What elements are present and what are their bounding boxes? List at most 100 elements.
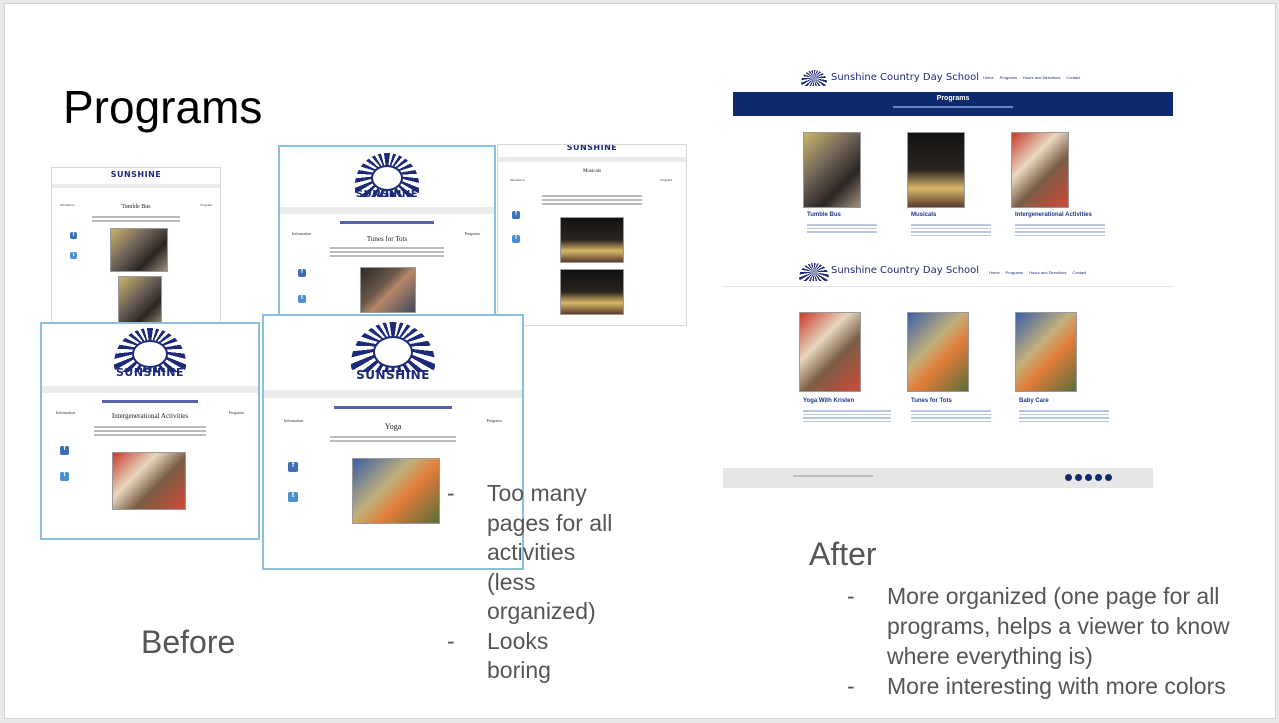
sunshine-logo: SUNSHINE — [115, 366, 184, 379]
nav-hours[interactable]: Hours and Directions — [1023, 75, 1060, 80]
google-icon[interactable] — [1085, 474, 1092, 481]
after-point: More organized (one page for all program… — [847, 581, 1257, 671]
slide: Programs SUNSHINE Tumble Bus Information… — [4, 3, 1276, 719]
sunshine-logo: SUNSHINE — [356, 368, 430, 382]
card-photo-baby-care — [1015, 312, 1077, 392]
before-label: Before — [141, 624, 236, 660]
card-text — [911, 222, 991, 238]
card-text — [1015, 222, 1105, 238]
body-text — [94, 424, 206, 438]
sun-face — [373, 336, 413, 368]
card-photo-intergenerational — [1011, 132, 1069, 208]
footer-text — [793, 475, 873, 477]
nav-home[interactable]: Home — [989, 270, 1000, 275]
sunshine-logo: SUNSHINE — [566, 144, 618, 152]
tagline — [340, 221, 434, 224]
body-text — [330, 245, 444, 259]
banner-title: Programs — [936, 95, 970, 102]
slide-title: Programs — [63, 81, 263, 133]
facebook-icon: f — [60, 446, 69, 455]
photo — [112, 452, 186, 510]
before-point: Too many pages for all activities (less … — [447, 479, 617, 627]
side-programs: Programs — [486, 418, 502, 423]
tagline — [102, 400, 198, 403]
card-text — [807, 222, 877, 235]
side-info: Information — [510, 178, 525, 182]
nav-home[interactable]: Home — [983, 75, 994, 80]
site-logo-icon — [801, 70, 827, 86]
page-heading: Tumble Bus — [121, 204, 151, 210]
after-point: More interesting with more colors — [847, 671, 1257, 701]
side-info: Information — [60, 203, 75, 207]
site-nav: Home Programs Hours and Directions Conta… — [983, 75, 1080, 80]
side-programs: Programs — [464, 231, 480, 236]
body-text — [542, 193, 642, 207]
sun-face — [371, 165, 403, 191]
card-title-intergenerational[interactable]: Intergenerational Activities — [1015, 212, 1092, 218]
before-screenshot-tumble-bus: SUNSHINE Tumble Bus Information Programs… — [51, 167, 221, 339]
before-screenshot-musicals: SUNSHINE Musicals Information Programs f… — [497, 144, 687, 326]
nav-programs[interactable]: Programs — [1000, 75, 1017, 80]
banner-subtitle — [893, 106, 1013, 108]
card-title-tumble-bus[interactable]: Tumble Bus — [807, 212, 841, 218]
nav-bar — [52, 184, 220, 188]
nav-bar — [498, 157, 686, 162]
nav-bar — [280, 207, 494, 214]
social-icons — [1065, 474, 1112, 481]
pinterest-icon[interactable] — [1095, 474, 1102, 481]
side-programs: Programs — [660, 178, 673, 182]
card-text — [803, 408, 891, 424]
sun-face — [132, 340, 168, 368]
side-info: Information — [292, 231, 312, 236]
after-screenshot: Sunshine Country Day School Home Program… — [723, 64, 1173, 488]
site-nav-sticky: Home Programs Hours and Directions Conta… — [989, 270, 1086, 275]
card-text — [911, 408, 991, 424]
twitter-icon: t — [512, 235, 520, 243]
twitter-icon[interactable] — [1075, 474, 1082, 481]
photo — [352, 458, 440, 524]
twitter-icon: t — [288, 492, 298, 502]
page-heading: Tunes for Tots — [366, 235, 408, 243]
twitter-icon: t — [70, 252, 77, 259]
site-name: Sunshine Country Day School — [831, 72, 980, 83]
card-text — [1019, 408, 1109, 424]
facebook-icon: f — [512, 211, 520, 219]
side-programs: Programs — [200, 203, 213, 207]
facebook-icon: f — [298, 269, 306, 277]
card-photo-musicals — [907, 132, 965, 208]
page-heading: Yoga — [384, 422, 402, 431]
photo — [110, 228, 168, 272]
facebook-icon[interactable] — [1065, 474, 1072, 481]
before-screenshot-intergenerational: SUNSHINE Intergenerational Activities In… — [40, 322, 260, 540]
nav-contact[interactable]: Contact — [1066, 75, 1080, 80]
side-info: Information — [284, 418, 304, 423]
nav-hours[interactable]: Hours and Directions — [1029, 270, 1066, 275]
card-title-musicals[interactable]: Musicals — [911, 212, 936, 218]
body-text — [330, 434, 456, 444]
sticky-header: Sunshine Country Day School Home Program… — [723, 258, 1173, 287]
after-points: More organized (one page for all program… — [847, 581, 1257, 701]
photo — [360, 267, 416, 313]
side-info: Information — [56, 410, 76, 415]
sunshine-logo: SUNSHINE — [355, 189, 419, 200]
before-screenshot-tunes-for-tots: SUNSHINE Tunes for Tots Information Prog… — [278, 145, 496, 321]
card-title-yoga[interactable]: Yoga With Kristen — [803, 398, 854, 404]
before-points: Too many pages for all activities (less … — [447, 479, 617, 686]
card-title-tunes[interactable]: Tunes for Tots — [911, 398, 952, 404]
card-title-baby-care[interactable]: Baby Care — [1019, 398, 1049, 404]
facebook-icon: f — [288, 462, 298, 472]
twitter-icon: t — [60, 472, 69, 481]
programs-banner: Programs — [733, 92, 1173, 116]
linkedin-icon[interactable] — [1105, 474, 1112, 481]
facebook-icon: f — [70, 232, 77, 239]
tagline — [334, 406, 452, 409]
nav-programs[interactable]: Programs — [1006, 270, 1023, 275]
card-photo-tumble-bus — [803, 132, 861, 208]
side-programs: Programs — [228, 410, 244, 415]
sunshine-logo: SUNSHINE — [110, 170, 162, 179]
card-photo-tunes — [907, 312, 969, 392]
before-point: Looks boring — [447, 627, 617, 686]
card-photo-yoga — [799, 312, 861, 392]
body-text — [92, 214, 180, 224]
nav-contact[interactable]: Contact — [1072, 270, 1086, 275]
